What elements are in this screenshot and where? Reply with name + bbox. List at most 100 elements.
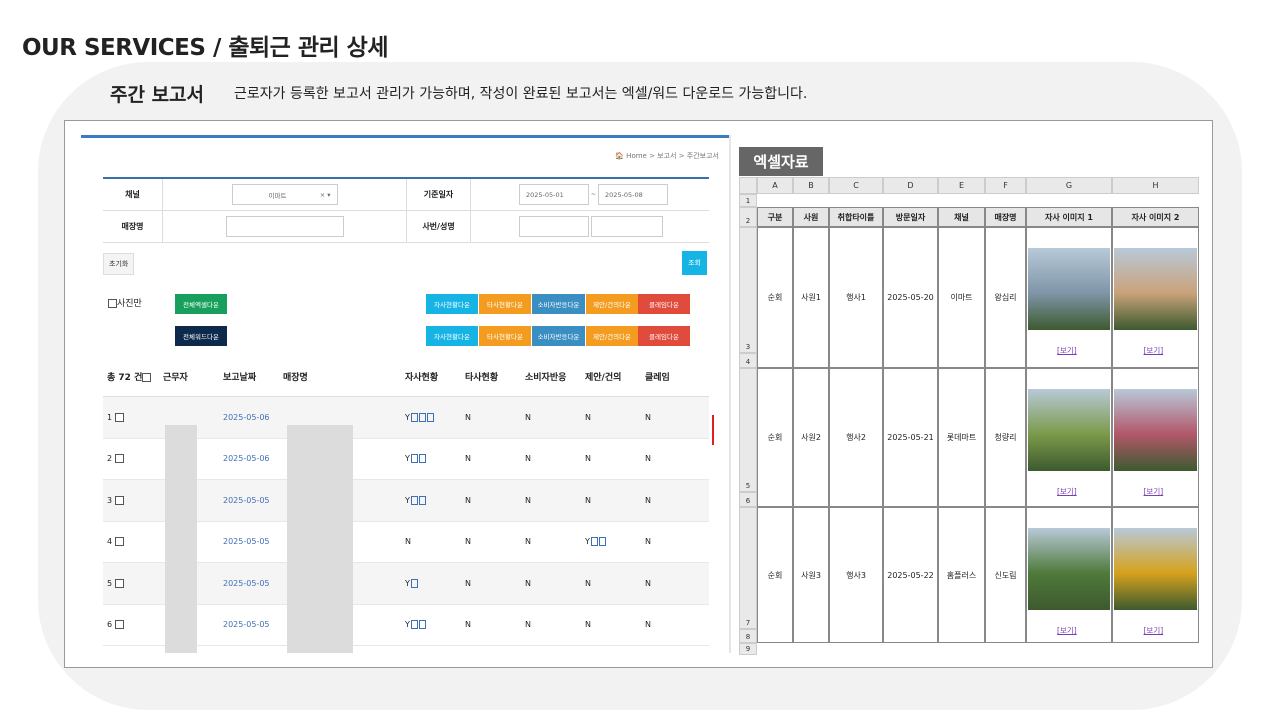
- excel-data-cell: 왕십리: [985, 227, 1026, 368]
- row-checkbox[interactable]: [114, 620, 124, 630]
- date-cell[interactable]: 2025-05-06: [223, 413, 283, 422]
- excel-header-cell: 구분: [757, 207, 793, 227]
- row-checkbox[interactable]: [114, 454, 124, 464]
- emp-id-input[interactable]: [519, 216, 589, 237]
- column-header-F[interactable]: F: [985, 177, 1026, 194]
- claim-download-button[interactable]: 클레임다운: [638, 294, 690, 314]
- column-header-B[interactable]: B: [793, 177, 829, 194]
- suggestion-download-button[interactable]: 제안/건의다운: [586, 294, 638, 314]
- weekly-report-screen: 🏠 Home > 보고서 > 주간보고서 채널 이마트 × ▾ 기준일자 202…: [81, 135, 731, 653]
- view-link[interactable]: [보기]: [1144, 486, 1164, 497]
- select-all-checkbox[interactable]: [142, 373, 152, 382]
- row-number-7[interactable]: 7: [739, 507, 757, 629]
- date-cell[interactable]: 2025-05-05: [223, 496, 283, 505]
- column-header-G[interactable]: G: [1026, 177, 1112, 194]
- photo-only-toggle[interactable]: 사진만: [108, 296, 142, 309]
- own-cell: Y: [405, 495, 410, 505]
- consumer-download-button[interactable]: 소비자반응다운: [532, 294, 585, 314]
- row-checkbox[interactable]: [114, 578, 124, 588]
- excel-data-cell: 행사2: [829, 368, 883, 507]
- table-header: 총 72 건 근무자 보고날짜 매장명 자사현황 타사현황 소비자반응 제안/건…: [103, 357, 709, 397]
- column-header-A[interactable]: A: [757, 177, 793, 194]
- excel-header-cell: 사원: [793, 207, 829, 227]
- consumer-cell: N: [525, 495, 531, 505]
- date-cell[interactable]: 2025-05-05: [223, 579, 283, 588]
- channel-select[interactable]: 이마트 × ▾: [231, 184, 338, 205]
- other-status-download-button[interactable]: 타사현황다운: [479, 294, 531, 314]
- excel-header-cell: 자사 이미지 1: [1026, 207, 1112, 227]
- doc-icon[interactable]: [426, 412, 434, 422]
- claim-download-button-2[interactable]: 클레임다운: [638, 326, 690, 346]
- row-number-3[interactable]: 3: [739, 227, 757, 353]
- other-status-download-button-2[interactable]: 타사현황다운: [479, 326, 531, 346]
- doc-icon[interactable]: [418, 620, 426, 630]
- suggest-cell: N: [585, 620, 591, 630]
- all-word-download-button[interactable]: 전체워드다운: [175, 326, 227, 346]
- column-header-H[interactable]: H: [1112, 177, 1199, 194]
- date-cell[interactable]: 2025-05-05: [223, 620, 283, 629]
- emp-name-input[interactable]: [591, 216, 663, 237]
- consumer-download-button-2[interactable]: 소비자반응다운: [532, 326, 585, 346]
- view-link[interactable]: [보기]: [1144, 345, 1164, 356]
- suggestion-download-button-2[interactable]: 제안/건의다운: [586, 326, 638, 346]
- page-title: OUR SERVICES / 출퇴근 관리 상세: [22, 35, 389, 61]
- row-number-4[interactable]: 4: [739, 353, 757, 368]
- own-status-download-button[interactable]: 자사현황다운: [426, 294, 478, 314]
- site-photo: [1114, 528, 1197, 610]
- date-cell[interactable]: 2025-05-05: [223, 537, 283, 546]
- view-link[interactable]: [보기]: [1144, 625, 1164, 636]
- doc-icon[interactable]: [410, 454, 418, 464]
- row-number-5[interactable]: 5: [739, 368, 757, 492]
- own-cell: Y: [405, 620, 410, 630]
- all-excel-download-button[interactable]: 전체엑셀다운: [175, 294, 227, 314]
- view-link[interactable]: [보기]: [1057, 486, 1077, 497]
- doc-icon[interactable]: [598, 537, 606, 547]
- date-to-input[interactable]: 2025-05-08: [598, 184, 669, 205]
- column-header-D[interactable]: D: [883, 177, 938, 194]
- select-all-corner[interactable]: [739, 177, 757, 194]
- own-cell: Y: [405, 578, 410, 588]
- view-link[interactable]: [보기]: [1057, 345, 1077, 356]
- row-checkbox[interactable]: [114, 412, 124, 422]
- column-header-C[interactable]: C: [829, 177, 883, 194]
- photo-only-checkbox[interactable]: [108, 299, 117, 308]
- excel-data-cell: 신도림: [985, 507, 1026, 643]
- row-number-8[interactable]: 8: [739, 629, 757, 643]
- site-photo: [1028, 389, 1110, 471]
- claim-cell: N: [645, 412, 651, 422]
- doc-icon[interactable]: [410, 620, 418, 630]
- emp-label: 사번/성명: [407, 211, 471, 242]
- date-from-input[interactable]: 2025-05-01: [519, 184, 589, 205]
- suggest-cell: N: [585, 578, 591, 588]
- suggest-cell: N: [585, 495, 591, 505]
- excel-data-cell: 행사3: [829, 507, 883, 643]
- row-number-9[interactable]: 9: [739, 643, 757, 655]
- row-number-6[interactable]: 6: [739, 492, 757, 507]
- doc-icon[interactable]: [418, 412, 426, 422]
- chevron-down-icon[interactable]: × ▾: [320, 191, 331, 199]
- doc-icon[interactable]: [410, 495, 418, 505]
- claim-cell: N: [645, 620, 651, 630]
- column-header-E[interactable]: E: [938, 177, 985, 194]
- doc-icon[interactable]: [410, 412, 418, 422]
- doc-icon[interactable]: [590, 537, 598, 547]
- row-checkbox[interactable]: [114, 537, 124, 547]
- site-photo: [1114, 248, 1197, 330]
- doc-icon[interactable]: [418, 495, 426, 505]
- store-input[interactable]: [225, 216, 344, 237]
- row-number-1[interactable]: 1: [739, 194, 757, 207]
- doc-icon[interactable]: [418, 454, 426, 464]
- claim-cell: N: [645, 537, 651, 547]
- row-number-2[interactable]: 2: [739, 207, 757, 227]
- doc-icon[interactable]: [410, 578, 418, 588]
- other-cell: N: [465, 412, 471, 422]
- date-cell[interactable]: 2025-05-06: [223, 454, 283, 463]
- reset-button[interactable]: 초기화: [103, 253, 135, 275]
- row-checkbox[interactable]: [114, 495, 124, 505]
- filter-panel: 채널 이마트 × ▾ 기준일자 2025-05-01 ~ 2025-05-08 …: [103, 177, 709, 243]
- own-cell: Y: [405, 454, 410, 464]
- search-button[interactable]: 조회: [682, 251, 707, 275]
- view-link[interactable]: [보기]: [1057, 625, 1077, 636]
- own-status-download-button-2[interactable]: 자사현황다운: [426, 326, 478, 346]
- excel-data-cell: 순회: [757, 368, 793, 507]
